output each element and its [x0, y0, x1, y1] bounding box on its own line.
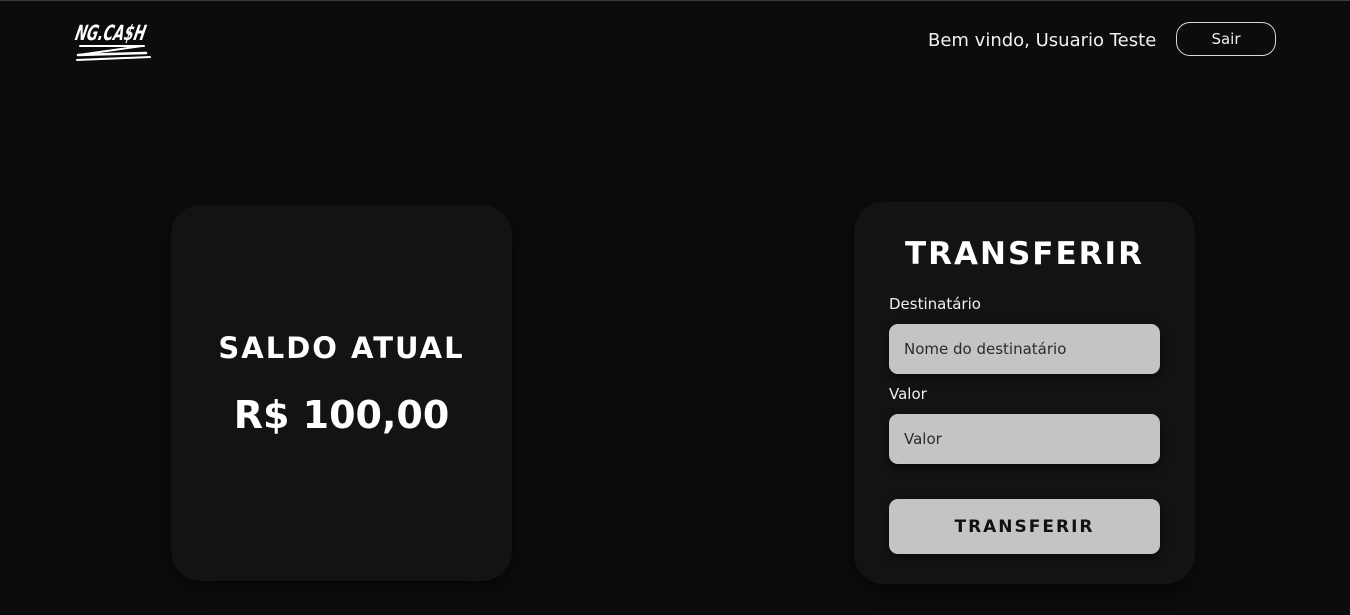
logo-wordmark: NG.CA$H [74, 21, 148, 46]
balance-card: SALDO ATUAL R$ 100,00 [171, 205, 512, 581]
app-page: NG.CA$H Bem vindo, Usuario Teste Sair SA… [0, 0, 1350, 615]
transfer-title: TRANSFERIR [905, 236, 1144, 272]
transfer-card: TRANSFERIR Destinatário Valor TRANSFERIR [854, 202, 1195, 584]
welcome-message: Bem vindo, Usuario Teste [928, 30, 1157, 51]
ng-cash-logo[interactable]: NG.CA$H [74, 13, 156, 65]
logout-button[interactable]: Sair [1176, 22, 1276, 56]
balance-value: R$ 100,00 [233, 393, 450, 437]
transfer-submit-button[interactable]: TRANSFERIR [889, 499, 1160, 554]
recipient-input[interactable] [889, 324, 1160, 374]
recipient-label: Destinatário [889, 295, 981, 313]
balance-title: SALDO ATUAL [218, 331, 465, 365]
ng-cash-logo-graphic: NG.CA$H [74, 21, 151, 61]
amount-input[interactable] [889, 414, 1160, 464]
amount-label: Valor [889, 385, 927, 403]
